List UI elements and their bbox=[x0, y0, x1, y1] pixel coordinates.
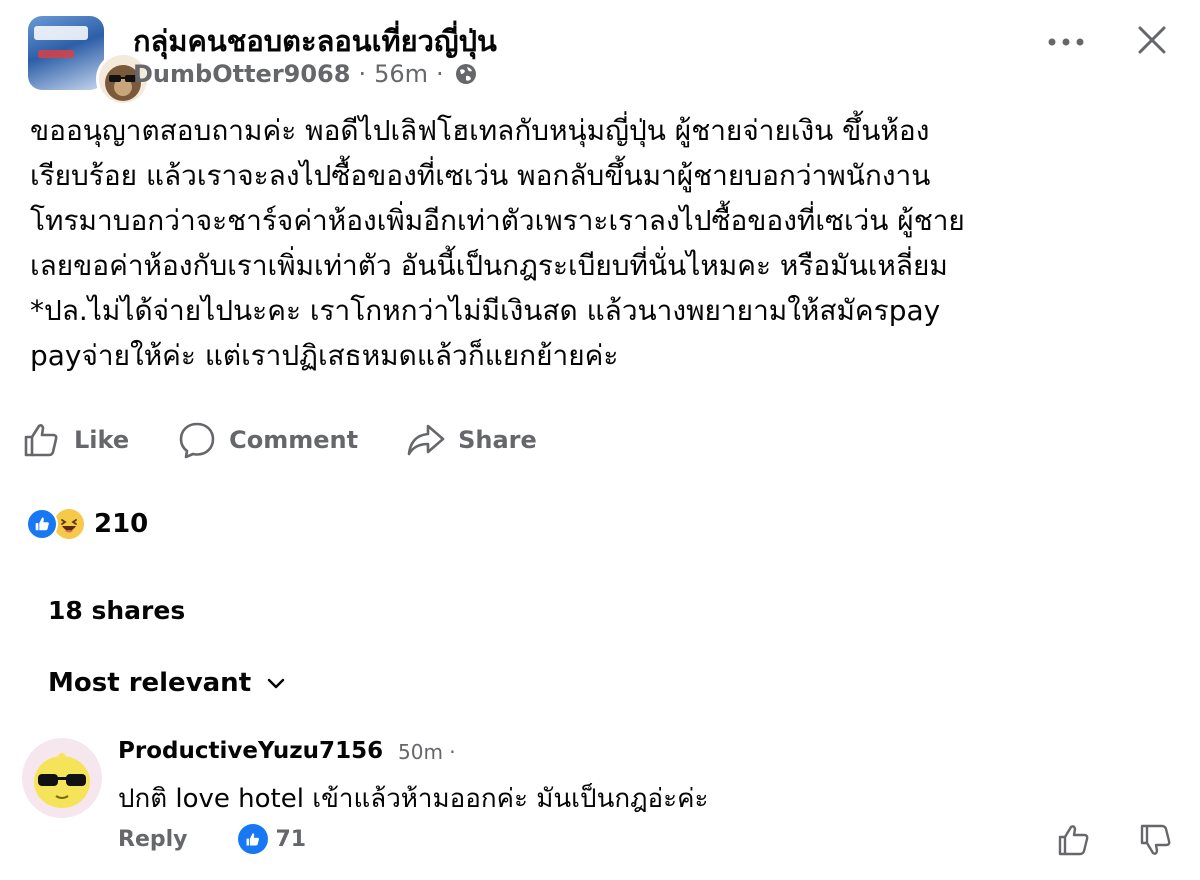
group-name[interactable]: กลุ่มคนชอบตะลอนเที่ยวญี่ปุ่น bbox=[133, 18, 497, 64]
lemon-sunglasses-avatar-icon bbox=[34, 753, 90, 808]
thumbs-up-icon bbox=[35, 517, 49, 531]
like-label: Like bbox=[74, 426, 130, 454]
upvote-icon[interactable] bbox=[1056, 822, 1092, 858]
reaction-summary[interactable]: 210 bbox=[26, 505, 148, 543]
reaction-count: 210 bbox=[94, 509, 149, 539]
share-label: Share bbox=[458, 426, 537, 454]
post-view: กลุ่มคนชอบตะลอนเที่ยวญี่ปุ่น DumbOtter90… bbox=[0, 0, 1200, 880]
post-line: เลยขอค่าห้องกับเราเพิ่มเท่าตัว อันนี้เป็… bbox=[30, 249, 948, 282]
post-line: payจ่ายให้ค่ะ แต่เราปฏิเสธหมดแล้วก็แยกย้… bbox=[30, 339, 619, 372]
comment-icon bbox=[179, 422, 215, 459]
post-meta: DumbOtter9068 · 56m · bbox=[133, 60, 478, 88]
like-button[interactable]: Like bbox=[22, 420, 129, 460]
group-avatar-banner bbox=[34, 26, 88, 40]
author-name[interactable]: DumbOtter9068 bbox=[133, 60, 350, 88]
comment-like-reaction-icon[interactable] bbox=[237, 824, 268, 854]
meta-separator-2: · bbox=[436, 60, 444, 88]
share-button[interactable]: Share bbox=[406, 420, 537, 460]
thumbs-up-icon bbox=[246, 832, 259, 845]
share-icon bbox=[407, 424, 445, 456]
group-avatar-stripe bbox=[38, 50, 74, 58]
laughing-face-icon bbox=[61, 519, 77, 533]
commenter-name[interactable]: ProductiveYuzu7156 bbox=[118, 738, 383, 764]
comment-sort-dropdown[interactable]: Most relevant bbox=[48, 668, 287, 698]
globe-icon bbox=[455, 64, 476, 84]
sort-label: Most relevant bbox=[48, 668, 252, 698]
more-options-icon[interactable] bbox=[1046, 36, 1086, 48]
comment-footer: Reply 71 bbox=[118, 822, 306, 856]
post-line: ขออนุญาตสอบถามค่ะ พอดีไปเลิฟโฮเทลกับหนุ่… bbox=[30, 114, 930, 147]
group-avatar[interactable] bbox=[28, 16, 104, 90]
shares-count[interactable]: 18 shares bbox=[48, 596, 185, 625]
meta-separator: · bbox=[358, 60, 367, 88]
post-time[interactable]: 56m bbox=[374, 60, 428, 88]
thumbs-up-icon bbox=[24, 424, 58, 457]
reply-button[interactable]: Reply bbox=[118, 827, 188, 852]
post-header: กลุ่มคนชอบตะลอนเที่ยวญี่ปุ่น DumbOtter90… bbox=[28, 16, 1178, 106]
comment-like-count: 71 bbox=[275, 826, 307, 852]
comment-label: Comment bbox=[229, 426, 359, 454]
comment-text: ปกติ love hotel เข้าแล้วห้ามออกค่ะ มันเป… bbox=[118, 784, 709, 814]
chevron-down-icon bbox=[267, 678, 285, 689]
post-line: เรียบร้อย แล้วเราจะลงไปซื้อของที่เซเว่น … bbox=[30, 159, 931, 192]
commenter-avatar[interactable] bbox=[22, 738, 102, 818]
post-body: ขออนุญาตสอบถามค่ะ พอดีไปเลิฟโฮเทลกับหนุ่… bbox=[30, 108, 1170, 378]
comment-button[interactable]: Comment bbox=[177, 420, 358, 460]
downvote-icon[interactable] bbox=[1138, 822, 1174, 858]
like-reaction-icon bbox=[26, 508, 58, 540]
close-icon[interactable] bbox=[1136, 24, 1168, 56]
post-line: โทรมาบอกว่าจะชาร์จค่าห้องเพิ่มอีกเท่าตัว… bbox=[30, 204, 965, 237]
comment-time[interactable]: 50m · bbox=[398, 740, 456, 764]
post-actions: Like Comment Share bbox=[22, 418, 537, 462]
post-line: *ปล.ไม่ได้จ่ายไปนะคะ เราโกหกว่าไม่มีเงิน… bbox=[30, 294, 941, 327]
